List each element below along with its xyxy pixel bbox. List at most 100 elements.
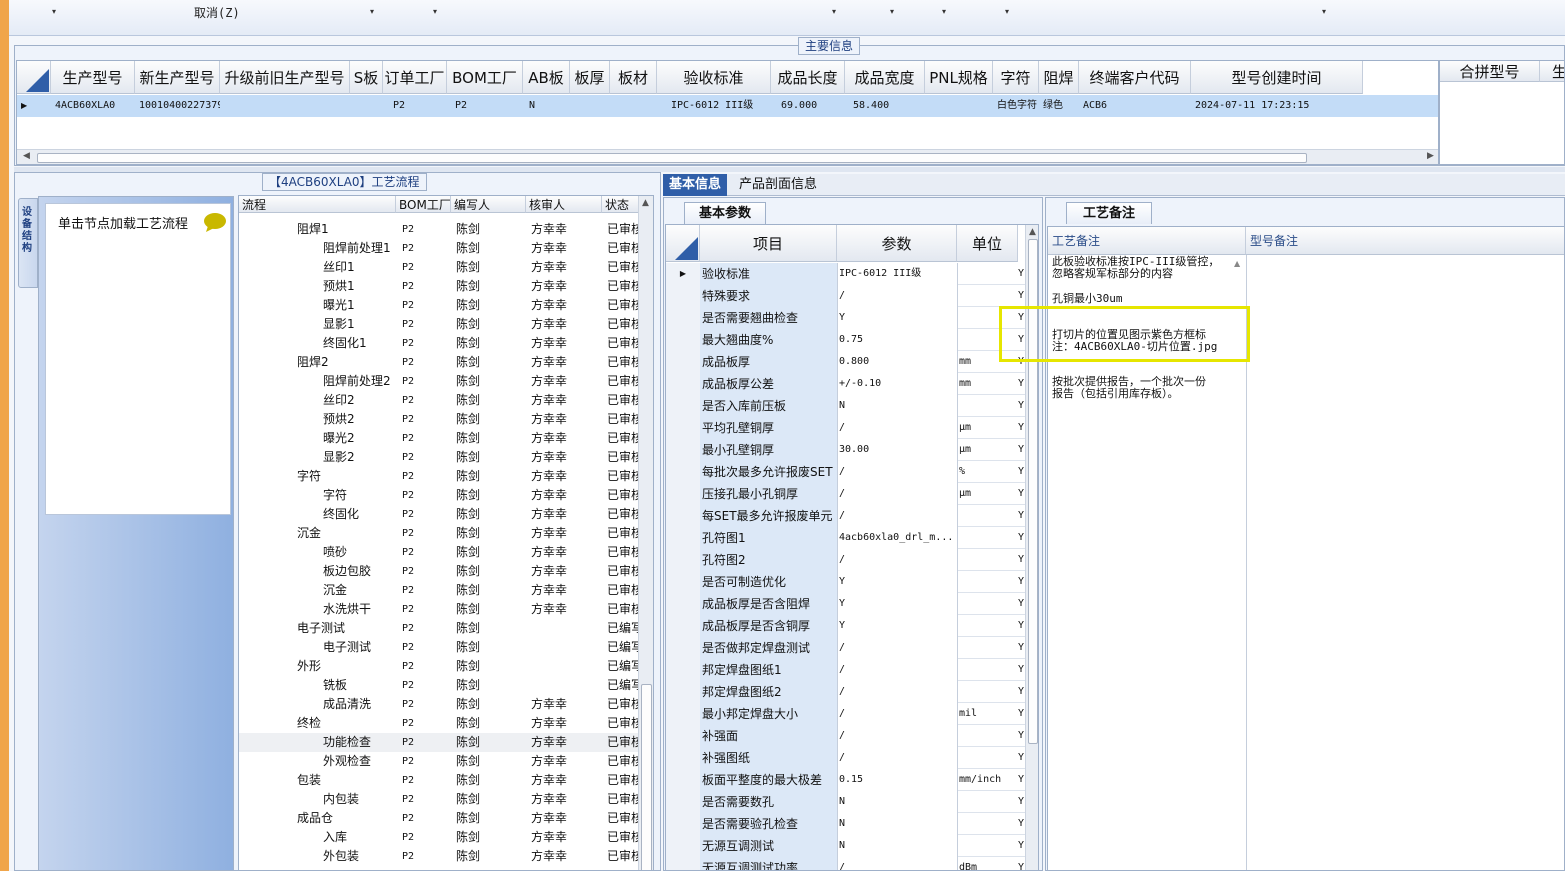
- param-value[interactable]: Y: [837, 571, 957, 593]
- scroll-left-icon[interactable]: ◀: [23, 151, 30, 161]
- row-selector[interactable]: [666, 593, 700, 615]
- vertical-scrollbar[interactable]: ▲: [638, 196, 653, 870]
- tree-row[interactable]: 功能检查P2陈剑方幸幸已审核: [239, 733, 639, 752]
- row-selector[interactable]: [666, 329, 700, 351]
- param-value[interactable]: +/-0.10: [837, 373, 957, 395]
- tree-row[interactable]: −包装P2陈剑方幸幸已审核: [239, 771, 639, 790]
- tree-row[interactable]: 成品清洗P2陈剑方幸幸已审核: [239, 695, 639, 714]
- param-row[interactable]: 孔符图1 4acb60xla0_drl_m... Y: [666, 527, 1036, 549]
- row-selector[interactable]: [666, 637, 700, 659]
- header-col-5[interactable]: BOM工厂: [447, 61, 523, 94]
- param-value[interactable]: N: [837, 813, 957, 835]
- param-row[interactable]: 邦定焊盘图纸1/Y: [666, 659, 1036, 681]
- row-selector[interactable]: [666, 549, 700, 571]
- param-row[interactable]: 平均孔壁铜厚 / μm Y: [666, 417, 1036, 439]
- header-col-9[interactable]: 验收标准: [657, 61, 771, 94]
- row-selector[interactable]: [666, 417, 700, 439]
- header-col-14[interactable]: 阻焊: [1039, 61, 1079, 94]
- tree-row[interactable]: −电子测试P2陈剑已编写: [239, 619, 639, 638]
- param-value[interactable]: /: [837, 659, 957, 681]
- tree-row[interactable]: −字符P2陈剑方幸幸已审核: [239, 467, 639, 486]
- scroll-up-icon[interactable]: ▲: [642, 198, 649, 208]
- row-selector[interactable]: [666, 439, 700, 461]
- tree-row[interactable]: 字符P2陈剑方幸幸已审核: [239, 486, 639, 505]
- tree-row[interactable]: 喷砂P2陈剑方幸幸已审核: [239, 543, 639, 562]
- header-col-15[interactable]: 终端客户代码: [1079, 61, 1191, 94]
- header-col-4[interactable]: 订单工厂: [383, 61, 447, 94]
- header-extra[interactable]: 生: [1540, 61, 1564, 82]
- header-col-1[interactable]: 新生产型号: [135, 61, 220, 94]
- tree-row[interactable]: −外形P2陈剑已编写: [239, 657, 639, 676]
- dropdown-arrow-icon[interactable]: ▾: [52, 7, 56, 16]
- row-selector[interactable]: [666, 703, 700, 725]
- row-selector[interactable]: [666, 373, 700, 395]
- param-value[interactable]: /: [837, 725, 957, 747]
- row-selector[interactable]: [666, 307, 700, 329]
- scroll-thumb[interactable]: [641, 684, 652, 870]
- dropdown-arrow-icon[interactable]: ▾: [370, 7, 374, 16]
- param-value[interactable]: 0.15: [837, 769, 957, 791]
- cancel-button[interactable]: 取消(Z): [194, 4, 240, 21]
- param-row[interactable]: 是否入库前压板 N Y: [666, 395, 1036, 417]
- param-row[interactable]: 孔符图2/Y: [666, 549, 1036, 571]
- param-value[interactable]: /: [837, 505, 957, 527]
- tree-row[interactable]: 阻焊前处理2P2陈剑方幸幸已审核: [239, 372, 639, 391]
- tree-row[interactable]: 曝光2P2陈剑方幸幸已审核: [239, 429, 639, 448]
- row-selector[interactable]: [666, 769, 700, 791]
- param-row[interactable]: 压接孔最小孔铜厚 / μm Y: [666, 483, 1036, 505]
- param-value[interactable]: 30.00: [837, 439, 957, 461]
- param-row[interactable]: 成品板厚是否含阻焊 Y Y: [666, 593, 1036, 615]
- header-col-7[interactable]: 板厚: [570, 61, 610, 94]
- dropdown-arrow-icon[interactable]: ▾: [832, 7, 836, 16]
- row-selector[interactable]: [666, 813, 700, 835]
- param-row[interactable]: 每批次最多允许报废SET /% Y: [666, 461, 1036, 483]
- param-value[interactable]: N: [837, 835, 957, 857]
- row-selector[interactable]: [666, 857, 700, 870]
- tree-row[interactable]: 水洗烘干P2陈剑方幸幸已审核: [239, 600, 639, 619]
- header-col-6[interactable]: AB板: [523, 61, 570, 94]
- dropdown-arrow-icon[interactable]: ▾: [433, 7, 437, 16]
- tree-row[interactable]: −沉金P2陈剑方幸幸已审核: [239, 524, 639, 543]
- row-selector[interactable]: [666, 395, 700, 417]
- param-value[interactable]: N: [837, 791, 957, 813]
- param-row[interactable]: 补强图纸 / Y: [666, 747, 1036, 769]
- tree-row[interactable]: 终固化P2陈剑方幸幸已审核: [239, 505, 639, 524]
- row-selector[interactable]: [666, 835, 700, 857]
- param-row[interactable]: 是否需要验孔检查 N Y: [666, 813, 1036, 835]
- param-row[interactable]: 成品板厚公差 +/-0.10 mm Y: [666, 373, 1036, 395]
- tree-row[interactable]: 电子测试P2陈剑已编写: [239, 638, 639, 657]
- row-selector[interactable]: [666, 505, 700, 527]
- param-value[interactable]: /: [837, 703, 957, 725]
- param-value[interactable]: Y: [837, 307, 957, 329]
- row-selector[interactable]: [666, 747, 700, 769]
- header-col-13[interactable]: 字符: [993, 61, 1039, 94]
- row-selector[interactable]: [666, 461, 700, 483]
- header-col-16[interactable]: 型号创建时间: [1191, 61, 1363, 94]
- param-value[interactable]: /: [837, 549, 957, 571]
- header-process-notes[interactable]: 工艺备注: [1048, 227, 1246, 255]
- param-value[interactable]: IPC-6012 III级: [837, 263, 957, 285]
- tree-row[interactable]: 板边包胶P2陈剑方幸幸已审核: [239, 562, 639, 581]
- tree-row[interactable]: 终固化1P2陈剑方幸幸已审核: [239, 334, 639, 353]
- scroll-up-icon[interactable]: ▲: [1029, 227, 1036, 237]
- dropdown-arrow-icon[interactable]: ▾: [890, 7, 894, 16]
- param-value[interactable]: 4acb60xla0_drl_m...: [837, 527, 957, 549]
- header-unit[interactable]: 单位: [957, 225, 1018, 262]
- tree-row[interactable]: 显影1P2陈剑方幸幸已审核: [239, 315, 639, 334]
- param-value[interactable]: /: [837, 681, 957, 703]
- row-selector[interactable]: [666, 571, 700, 593]
- tree-row[interactable]: 丝印2P2陈剑方幸幸已审核: [239, 391, 639, 410]
- dropdown-arrow-icon[interactable]: ▾: [942, 7, 946, 16]
- node-list[interactable]: 单击节点加载工艺流程: [45, 203, 231, 515]
- tree-row[interactable]: 阻焊前处理1P2陈剑方幸幸已审核: [239, 239, 639, 258]
- param-value[interactable]: /: [837, 483, 957, 505]
- param-row[interactable]: 每SET最多允许报废单元 / Y: [666, 505, 1036, 527]
- tree-row[interactable]: 预烘2P2陈剑方幸幸已审核: [239, 410, 639, 429]
- tab-process-notes[interactable]: 工艺备注: [1066, 202, 1153, 224]
- param-row[interactable]: 特殊要求 / Y: [666, 285, 1036, 307]
- tab-basic-info[interactable]: 基本信息: [663, 174, 728, 196]
- param-row[interactable]: 成品板厚 0.800 mm Y: [666, 351, 1036, 373]
- tree-row[interactable]: 丝印1P2陈剑方幸幸已审核: [239, 258, 639, 277]
- dropdown-arrow-icon[interactable]: ▾: [1322, 7, 1326, 16]
- param-value[interactable]: /: [837, 285, 957, 307]
